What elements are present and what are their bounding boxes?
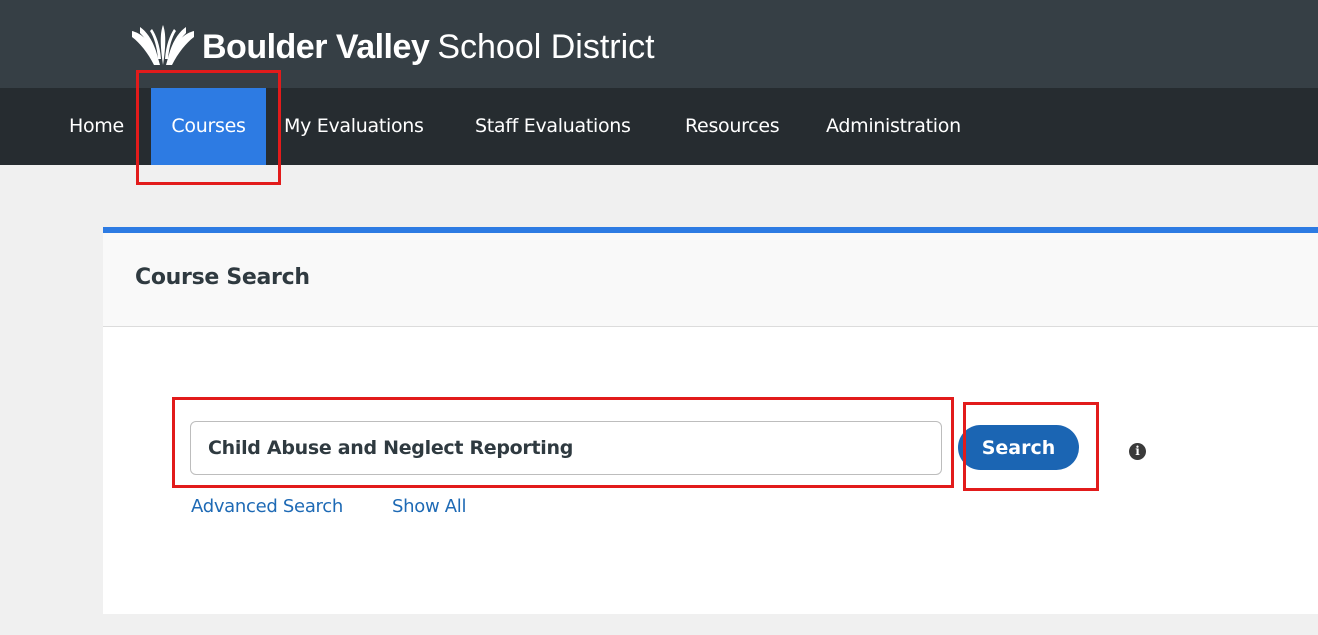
course-search-header: Course Search [103,233,1318,327]
logo-text-light: School District [437,27,655,66]
logo-text-bold: Boulder Valley [202,27,430,66]
bvsd-leaf-icon [132,25,194,65]
nav-item-courses[interactable]: Courses [151,88,266,165]
nav-item-my-evaluations[interactable]: My Evaluations [284,88,424,165]
site-header: Boulder Valley School District [0,0,1318,88]
nav-item-staff-evaluations[interactable]: Staff Evaluations [475,88,631,165]
course-search-input[interactable] [190,421,942,475]
district-logo[interactable]: Boulder Valley School District [130,22,655,72]
main-nav: Home Courses My Evaluations Staff Evalua… [0,88,1318,165]
search-button[interactable]: Search [958,425,1079,470]
page-title: Course Search [135,265,310,290]
advanced-search-link[interactable]: Advanced Search [191,496,343,517]
show-all-link[interactable]: Show All [392,496,467,517]
info-icon[interactable]: i [1129,443,1146,460]
nav-item-home[interactable]: Home [69,88,124,165]
nav-item-resources[interactable]: Resources [685,88,780,165]
nav-item-administration[interactable]: Administration [826,88,961,165]
